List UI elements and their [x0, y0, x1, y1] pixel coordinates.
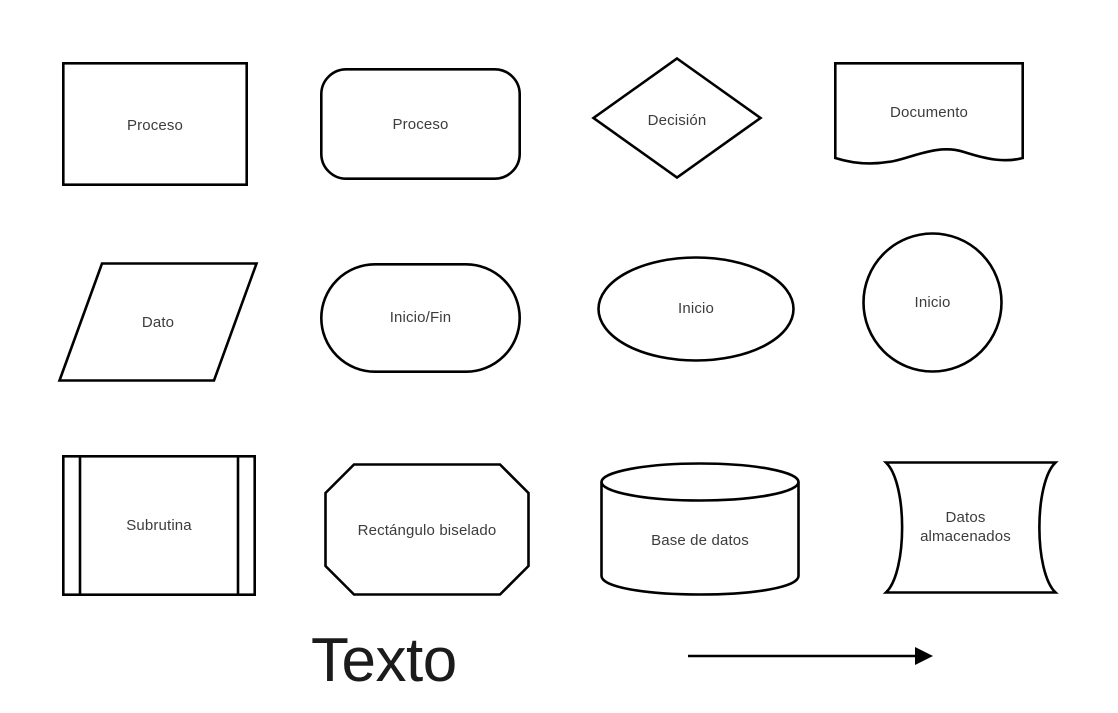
- label-start-ellipse: Inicio: [678, 300, 714, 317]
- connector-arrow-icon[interactable]: [688, 640, 936, 672]
- label-document: Documento: [889, 104, 969, 121]
- label-database-cylinder: Base de datos: [651, 532, 749, 549]
- label-process-rounded: Proceso: [392, 116, 449, 133]
- label-data-parallelogram: Dato: [141, 314, 175, 331]
- label-decision-diamond: Decisión: [647, 112, 707, 129]
- label-start-circle: Inicio: [914, 294, 951, 311]
- label-terminator-stadium: Inicio/Fin: [389, 309, 452, 326]
- shape-database-cylinder[interactable]: [600, 462, 800, 596]
- label-subroutine: Subrutina: [126, 517, 192, 534]
- label-process-rectangle: Proceso: [126, 117, 184, 134]
- sample-text-label: Texto: [311, 626, 457, 695]
- flowchart-shapes-canvas: Proceso Proceso Decisión Documento Dato …: [0, 0, 1118, 713]
- label-stored-data: Datos almacenados: [920, 509, 1011, 545]
- label-beveled-rectangle: Rectángulo biselado: [357, 522, 497, 539]
